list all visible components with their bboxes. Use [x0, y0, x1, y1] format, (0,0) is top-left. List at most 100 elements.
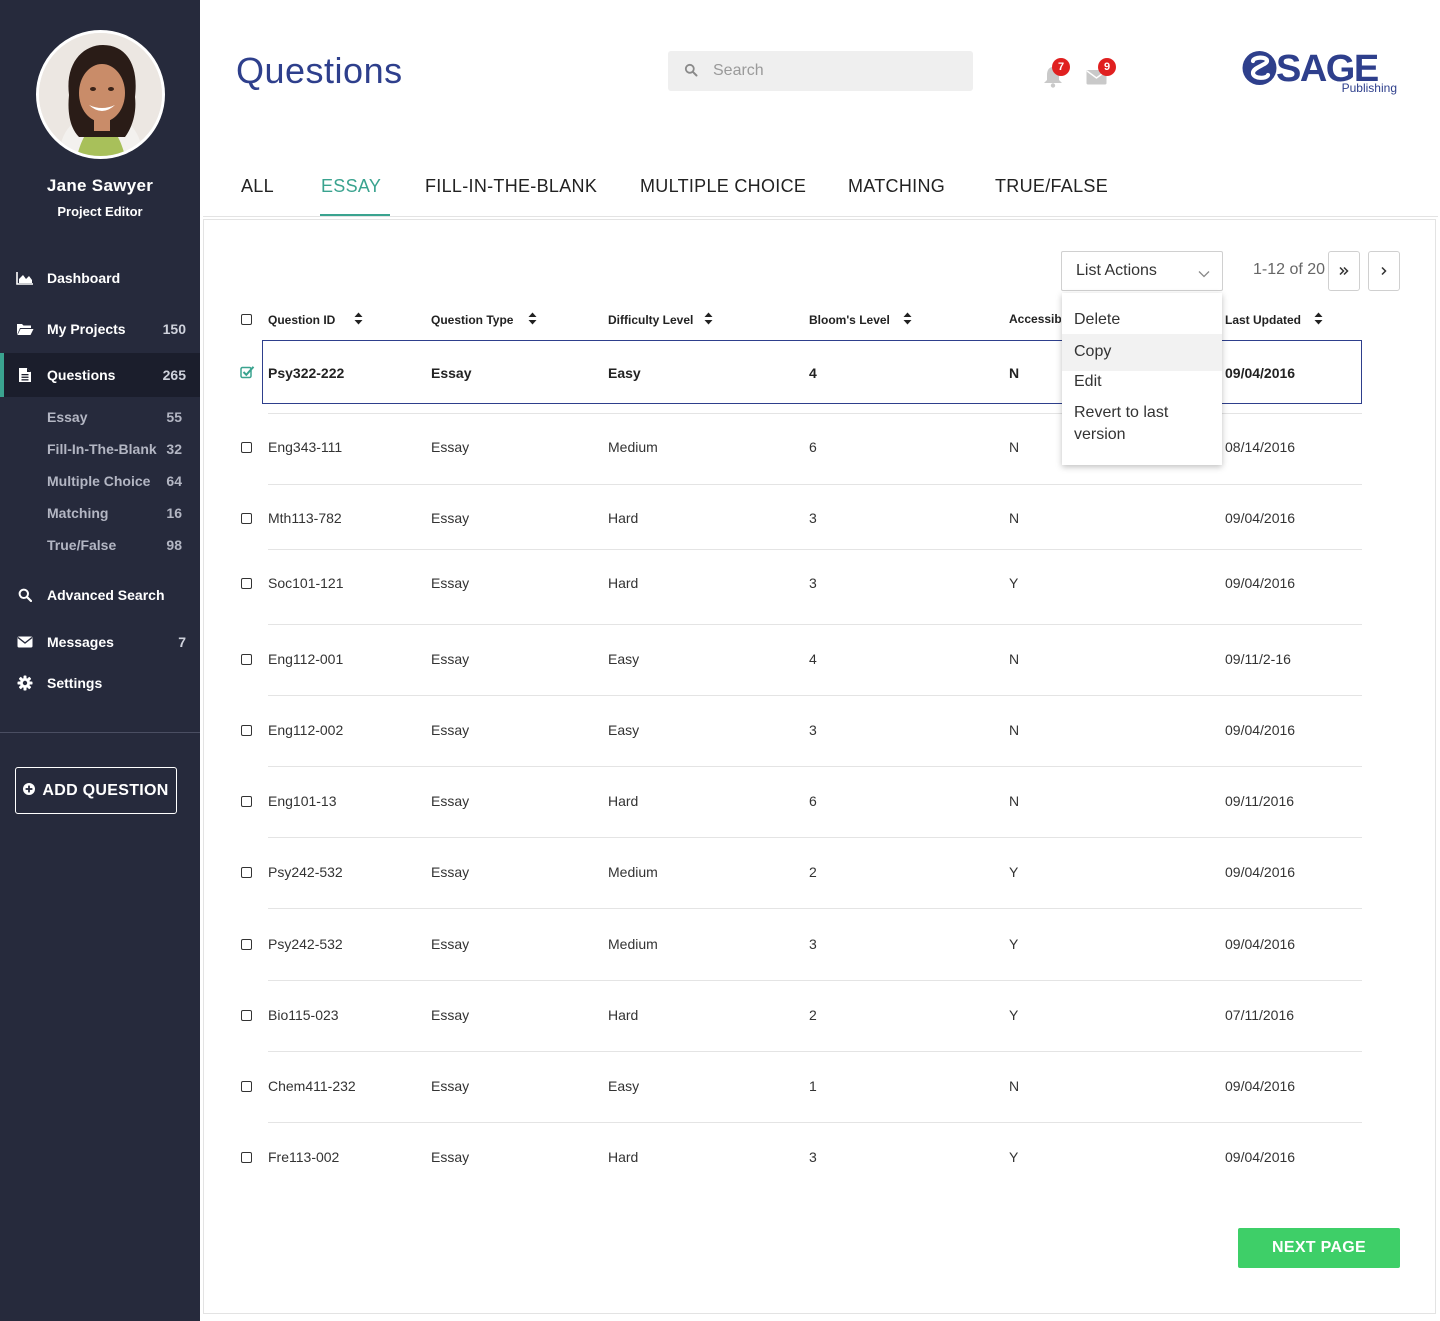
chevron-right-icon — [1381, 266, 1387, 276]
cell-question-type: Essay — [431, 575, 470, 591]
add-question-button[interactable]: ADD QUESTION — [15, 767, 177, 814]
search-input[interactable] — [713, 51, 963, 91]
sort-icon[interactable] — [1314, 312, 1323, 328]
nav-item-my-projects[interactable]: My Projects 150 — [0, 307, 200, 351]
row-divider — [268, 766, 1362, 767]
subnav-label: Fill-In-The-Blank — [47, 441, 157, 457]
menu-item-delete[interactable]: Delete — [1062, 309, 1222, 331]
cell-question-id[interactable]: Psy322-222 — [268, 365, 344, 381]
row-checkbox[interactable] — [241, 939, 252, 950]
row-checkbox[interactable] — [241, 578, 252, 589]
cell-last-updated: 09/04/2016 — [1225, 722, 1296, 738]
column-header-last-updated[interactable]: Last Updated — [1225, 312, 1323, 328]
cell-difficulty-level: Easy — [608, 1078, 640, 1094]
sort-icon[interactable] — [528, 312, 537, 328]
nav-item-messages[interactable]: Messages 7 — [0, 620, 200, 664]
menu-item-edit[interactable]: Edit — [1062, 371, 1222, 393]
page-title: Questions — [236, 50, 403, 91]
column-header-difficulty-level[interactable]: Difficulty Level — [608, 312, 713, 328]
search-box[interactable] — [668, 51, 973, 91]
cell-blooms-level: 2 — [809, 864, 817, 880]
cell-question-id[interactable]: Fre113-002 — [268, 1149, 339, 1165]
document-icon — [16, 367, 34, 383]
cell-difficulty-level: Hard — [608, 1149, 639, 1165]
subnav-item-true-false[interactable]: True/False 98 — [0, 530, 200, 560]
cell-question-id[interactable]: Soc101-121 — [268, 575, 344, 591]
nav-item-dashboard[interactable]: Dashboard — [0, 256, 200, 300]
cell-question-id[interactable]: Bio115-023 — [268, 1007, 339, 1023]
nav-count: 7 — [178, 634, 186, 650]
cell-question-id[interactable]: Mth113-782 — [268, 510, 342, 526]
sort-icon[interactable] — [354, 312, 363, 328]
cell-question-id[interactable]: Chem411-232 — [268, 1078, 356, 1094]
envelope-icon — [16, 634, 34, 650]
row-checkbox[interactable] — [241, 442, 252, 453]
cell-question-type: Essay — [431, 864, 470, 880]
nav-item-settings[interactable]: Settings — [0, 661, 200, 705]
chevron-down-icon — [1198, 265, 1210, 283]
row-checkbox[interactable] — [241, 1081, 252, 1092]
sort-icon[interactable] — [704, 312, 713, 328]
notifications-button[interactable]: 7 — [1043, 58, 1070, 93]
messages-badge: 9 — [1098, 58, 1116, 76]
row-checkbox[interactable] — [241, 796, 252, 807]
chart-area-icon — [16, 270, 34, 286]
next-page-button[interactable]: NEXT PAGE — [1238, 1228, 1400, 1268]
plus-circle-icon — [23, 782, 36, 800]
cell-blooms-level: 3 — [809, 936, 817, 952]
subnav-item-fill-in-the-blank[interactable]: Fill-In-The-Blank 32 — [0, 434, 200, 464]
menu-item-revert[interactable]: Revert to last version — [1062, 402, 1192, 446]
tab-multiple-choice[interactable]: MULTIPLE CHOICE — [640, 176, 806, 197]
cell-last-updated: 08/14/2016 — [1225, 439, 1296, 455]
last-page-button[interactable] — [1328, 251, 1360, 291]
cell-question-id[interactable]: Eng343-111 — [268, 439, 342, 455]
notifications-badge: 7 — [1052, 58, 1070, 76]
column-header-label: Question Type — [431, 313, 514, 327]
row-divider — [268, 837, 1362, 838]
row-checkbox[interactable] — [241, 1010, 252, 1021]
nav-item-advanced-search[interactable]: Advanced Search — [0, 573, 200, 617]
list-actions-select[interactable]: List Actions — [1061, 251, 1223, 291]
column-header-question-type[interactable]: Question Type — [431, 312, 537, 328]
cell-blooms-level: 4 — [809, 651, 817, 667]
row-checkbox[interactable] — [241, 867, 252, 878]
tab-essay[interactable]: ESSAY — [321, 176, 381, 197]
messages-button[interactable]: 9 — [1086, 58, 1116, 90]
row-divider — [268, 484, 1362, 485]
row-checkbox[interactable] — [241, 725, 252, 736]
column-header-label: Last Updated — [1225, 313, 1302, 327]
cell-question-id[interactable]: Eng112-002 — [268, 722, 343, 738]
subnav-item-essay[interactable]: Essay 55 — [0, 402, 200, 432]
tab-true-false[interactable]: TRUE/FALSE — [995, 176, 1108, 197]
nav-label: Questions — [47, 367, 116, 383]
subnav-item-multiple-choice[interactable]: Multiple Choice 64 — [0, 466, 200, 496]
cell-last-updated: 09/04/2016 — [1225, 864, 1296, 880]
row-checkbox[interactable] — [241, 513, 252, 524]
row-checkbox[interactable] — [241, 1152, 252, 1163]
column-header-question-id[interactable]: Question ID — [268, 312, 363, 328]
tab-fill-in-the-blank[interactable]: FILL-IN-THE-BLANK — [425, 176, 597, 197]
cell-question-type: Essay — [431, 651, 470, 667]
cell-question-id[interactable]: Psy242-532 — [268, 936, 343, 952]
tab-all[interactable]: ALL — [241, 176, 274, 197]
next-page-arrow-button[interactable] — [1368, 251, 1400, 291]
menu-item-copy[interactable]: Copy — [1062, 334, 1222, 371]
row-checkbox[interactable] — [241, 654, 252, 665]
tab-matching[interactable]: MATCHING — [848, 176, 945, 197]
subnav-item-matching[interactable]: Matching 16 — [0, 498, 200, 528]
cell-last-updated: 07/11/2016 — [1225, 1007, 1295, 1023]
cell-question-id[interactable]: Eng112-001 — [268, 651, 343, 667]
column-header-blooms-level[interactable]: Bloom's Level — [809, 312, 912, 328]
row-checkbox-checked[interactable] — [240, 365, 255, 384]
sort-icon[interactable] — [903, 312, 912, 328]
column-header-label: Accessible — [1009, 312, 1061, 326]
cell-last-updated: 09/04/2016 — [1225, 365, 1296, 381]
cell-accessible: N — [1009, 651, 1020, 667]
cell-question-type: Essay — [431, 793, 470, 809]
cell-question-id[interactable]: Psy242-532 — [268, 864, 343, 880]
nav-item-questions[interactable]: Questions 265 — [0, 353, 200, 397]
cell-question-id[interactable]: Eng101-13 — [268, 793, 337, 809]
select-all-checkbox[interactable] — [241, 314, 252, 325]
column-header-accessible[interactable]: Accessible — [1009, 312, 1061, 326]
avatar[interactable] — [36, 30, 165, 159]
